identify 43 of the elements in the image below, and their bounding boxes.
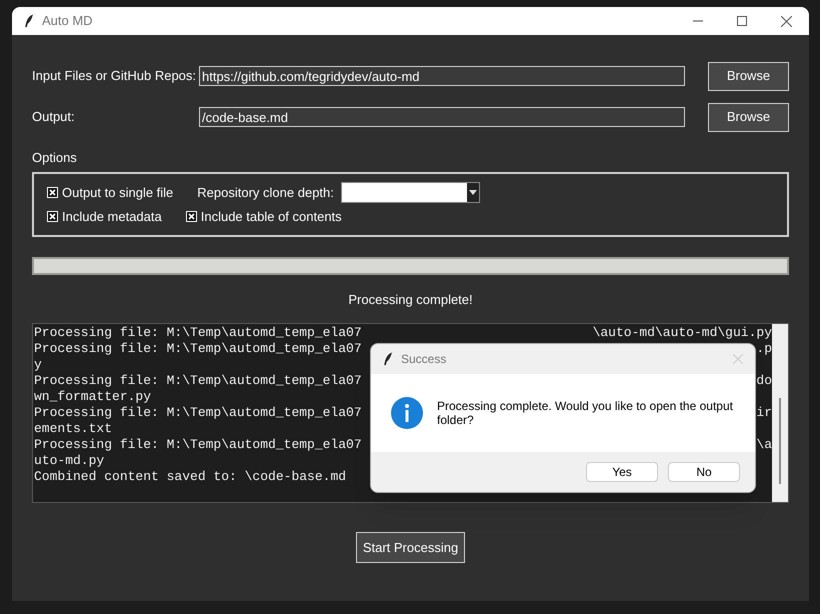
field-label: Output: [32,108,76,126]
options-title: Options [32,149,77,167]
dialog-title: Success [401,351,446,368]
checkbox[interactable] [47,211,58,222]
dialog-button[interactable]: No [668,462,740,482]
minimize-icon[interactable] [693,20,703,22]
start-processing-button[interactable]: Start Processing [356,532,466,563]
checkbox-label: Include metadata [62,208,162,226]
log-line: uto-md.py [34,453,104,469]
log-line: y [34,357,42,373]
log-line: Combined content saved to: \code-base.md [34,469,346,485]
log-line: wn_formatter.py [34,389,152,405]
checkbox[interactable] [186,211,197,222]
depth-combo[interactable] [340,182,480,203]
log-line: \a [756,437,772,453]
close-icon[interactable] [780,16,792,26]
log-line: Processing file: M:\Temp\automd_temp_ela07 [34,405,362,421]
browse-button[interactable]: Browse [708,102,789,132]
log-line: Processing file: M:\Temp\automd_temp_ela07 [34,437,362,453]
dialog-button[interactable]: Yes [586,462,658,482]
log-line: .p [756,341,772,357]
checkbox[interactable] [47,186,58,198]
checkbox-label: Include table of contents [200,208,342,226]
log-line: Processing file: M:\Temp\automd_temp_ela07 [34,341,362,357]
log-line: Processing file: M:\Temp\automd_temp_ela07 [34,325,362,341]
status-text: Processing complete! [348,290,473,309]
dialog-message: Processing complete. Would you like to open the output folder? [437,399,734,427]
combo-label: Repository clone depth: [197,184,334,202]
feather-icon [24,14,34,28]
log-line: Processing file: M:\Temp\automd_temp_ela07 [34,373,362,389]
log-line: do [756,373,772,389]
path-field[interactable]: /code-base.md [199,107,685,127]
field-label: Input Files or GitHub Repos: [32,67,198,86]
log-line: \auto-md\auto-md\gui.py [592,325,772,341]
browse-button[interactable]: Browse [708,62,789,90]
log-line: ir [756,405,772,421]
path-field[interactable]: https://github.com/tegridydev/auto-md [199,66,685,86]
info-icon [391,397,423,429]
checkbox-label: Output to single file [62,184,174,202]
maximize-icon[interactable] [737,16,747,26]
window-title: Auto MD [42,12,93,30]
log-line: ements.txt [34,421,112,437]
feather-icon [383,352,393,366]
